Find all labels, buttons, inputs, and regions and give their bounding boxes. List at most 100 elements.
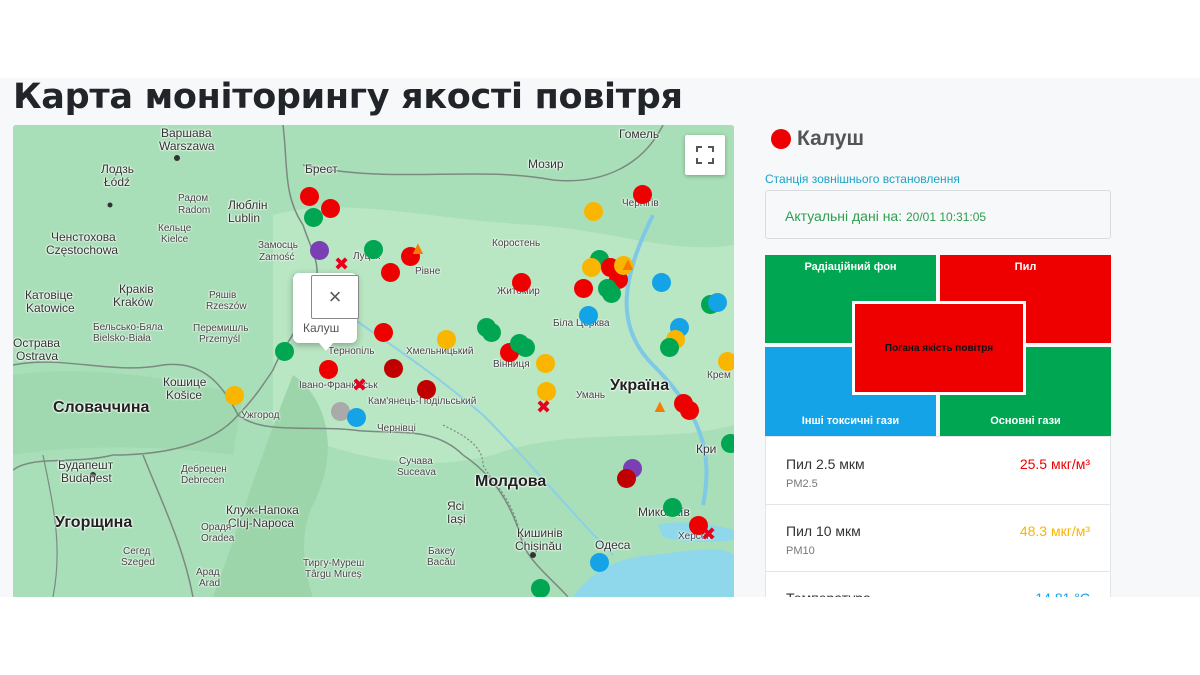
quadrant-dust-label: Пил [1014,261,1037,273]
map-place-label: Гомель [619,127,660,141]
map-place-label: Budapest [61,471,112,485]
station-marker[interactable] [347,408,366,427]
station-marker[interactable] [721,434,734,453]
map-place-label: Zamość [259,252,295,263]
map-place-label: Katowice [26,301,75,315]
map-place-label: Kraków [113,295,154,309]
station-header: Калуш [771,127,864,151]
map-place-label: Умань [576,390,606,401]
map-place-label: Łódź [104,175,131,189]
overall-quality-badge: Погана якість повітря [852,301,1026,395]
station-marker[interactable] [584,202,603,221]
fire-icon[interactable]: ▲ [409,239,427,257]
station-marker[interactable] [310,241,329,260]
measurement-name: Температура [786,590,871,597]
quadrant-radiation-label: Радіаційний фон [804,261,897,273]
measurement-item[interactable]: Температура 14.81 °C [766,571,1110,597]
map-place-label: Szeged [121,557,155,568]
map-place-label: Târgu Mureș [305,569,362,580]
station-marker[interactable] [374,323,393,342]
measurement-name: Пил 10 мкм [786,523,861,539]
map-place-label: Kielce [161,234,189,245]
station-marker[interactable] [708,293,727,312]
station-marker[interactable] [437,330,456,349]
wrench-icon[interactable]: ✖ [352,376,367,394]
map-place-label: Кри [696,442,717,456]
station-marker[interactable] [319,360,338,379]
station-marker[interactable] [531,579,550,597]
station-marker[interactable] [381,263,400,282]
station-marker[interactable] [590,553,609,572]
actual-data-box: Актуальні дані на: 20/01 10:31:05 [765,190,1111,239]
station-marker[interactable] [617,469,636,488]
map-place-label: Cluj-Napoca [228,516,295,530]
station-marker[interactable] [304,208,323,227]
measurement-value: 48.3 мкг/м³ [1019,523,1090,539]
fullscreen-button[interactable] [685,135,725,175]
map-place-label: Suceava [397,467,436,478]
station-marker[interactable] [482,323,501,342]
fire-icon[interactable]: ▲ [651,397,669,415]
station-marker[interactable] [663,498,682,517]
map-place-label: Ужгород [241,410,280,421]
popup-close-button[interactable]: × [311,275,359,319]
station-status-dot [771,129,791,149]
station-marker[interactable] [275,342,294,361]
station-marker[interactable] [579,306,598,325]
app-viewport: Карта моніторингу якості повітря Варшава… [0,78,1200,597]
station-name: Калуш [797,127,864,150]
map-place-label: Rzeszów [206,301,247,312]
station-marker[interactable] [582,258,601,277]
map-place-label: Рівне [415,266,441,277]
actual-timestamp: 20/01 10:31:05 [906,210,987,224]
fullscreen-icon [696,146,714,164]
wrench-icon[interactable]: ✖ [701,525,716,543]
station-marker[interactable] [680,401,699,420]
station-marker[interactable] [512,273,531,292]
map-place-label: Chișinău [515,539,562,553]
map-place-label: Košice [166,388,203,402]
measurement-name: Пил 2.5 мкм [786,456,865,472]
map-place-label: Radom [178,205,211,216]
map-place-label: Bielsko-Biała [93,333,151,344]
map-place-label: Ostrava [16,349,59,363]
measurement-code: PM2.5 [786,478,818,490]
map-place-label: Молдова [475,473,547,490]
map-place-label: Україна [610,377,670,394]
station-marker[interactable] [417,380,436,399]
station-marker[interactable] [633,185,652,204]
station-marker[interactable] [574,279,593,298]
measurement-code: PM10 [786,545,815,557]
map-place-label: Одеса [595,538,631,552]
station-marker[interactable] [602,284,621,303]
measurement-item[interactable]: Пил 2.5 мкм PM2.5 25.5 мкг/м³ [766,437,1110,505]
station-marker[interactable] [300,187,319,206]
map-place-label: Debrecen [181,475,225,486]
map-place-label: Словаччина [53,399,150,416]
map-place-label: Oradea [201,533,235,544]
actual-label-text: Актуальні дані на: [785,208,903,224]
actual-data-label: Актуальні дані на: 20/01 10:31:05 [785,208,986,224]
station-marker[interactable] [652,273,671,292]
station-marker[interactable] [225,386,244,405]
station-marker[interactable] [718,352,734,371]
wrench-icon[interactable]: ✖ [536,398,551,416]
station-marker[interactable] [384,359,403,378]
station-type: Станція зовнішнього встановлення [765,172,960,186]
station-marker[interactable] [510,334,529,353]
measurement-value: 25.5 мкг/м³ [1019,456,1090,472]
station-marker[interactable] [364,240,383,259]
quality-quadrant-chart: Радіаційний фон Пил Інші токсичні гази О… [765,255,1111,436]
measurement-list: Пил 2.5 мкм PM2.5 25.5 мкг/м³ Пил 10 мкм PM1… [765,436,1111,597]
air-quality-map[interactable]: Варшава Warszawa Брест Гомель Мозир Лодзь Łódź… [13,125,734,597]
station-marker[interactable] [536,354,555,373]
station-marker[interactable] [660,338,679,357]
measurement-item[interactable]: Пил 10 мкм PM10 48.3 мкг/м³ [766,504,1110,572]
station-marker[interactable] [321,199,340,218]
map-place-label: Мозир [528,157,564,171]
wrench-icon[interactable]: ✖ [334,255,349,273]
map-place-label: Częstochowa [46,243,119,257]
fire-icon[interactable]: ▲ [619,255,637,273]
map-place-label: Чернівці [377,423,416,434]
station-panel: Калуш Станція зовнішнього встановлення А… [765,125,1111,597]
